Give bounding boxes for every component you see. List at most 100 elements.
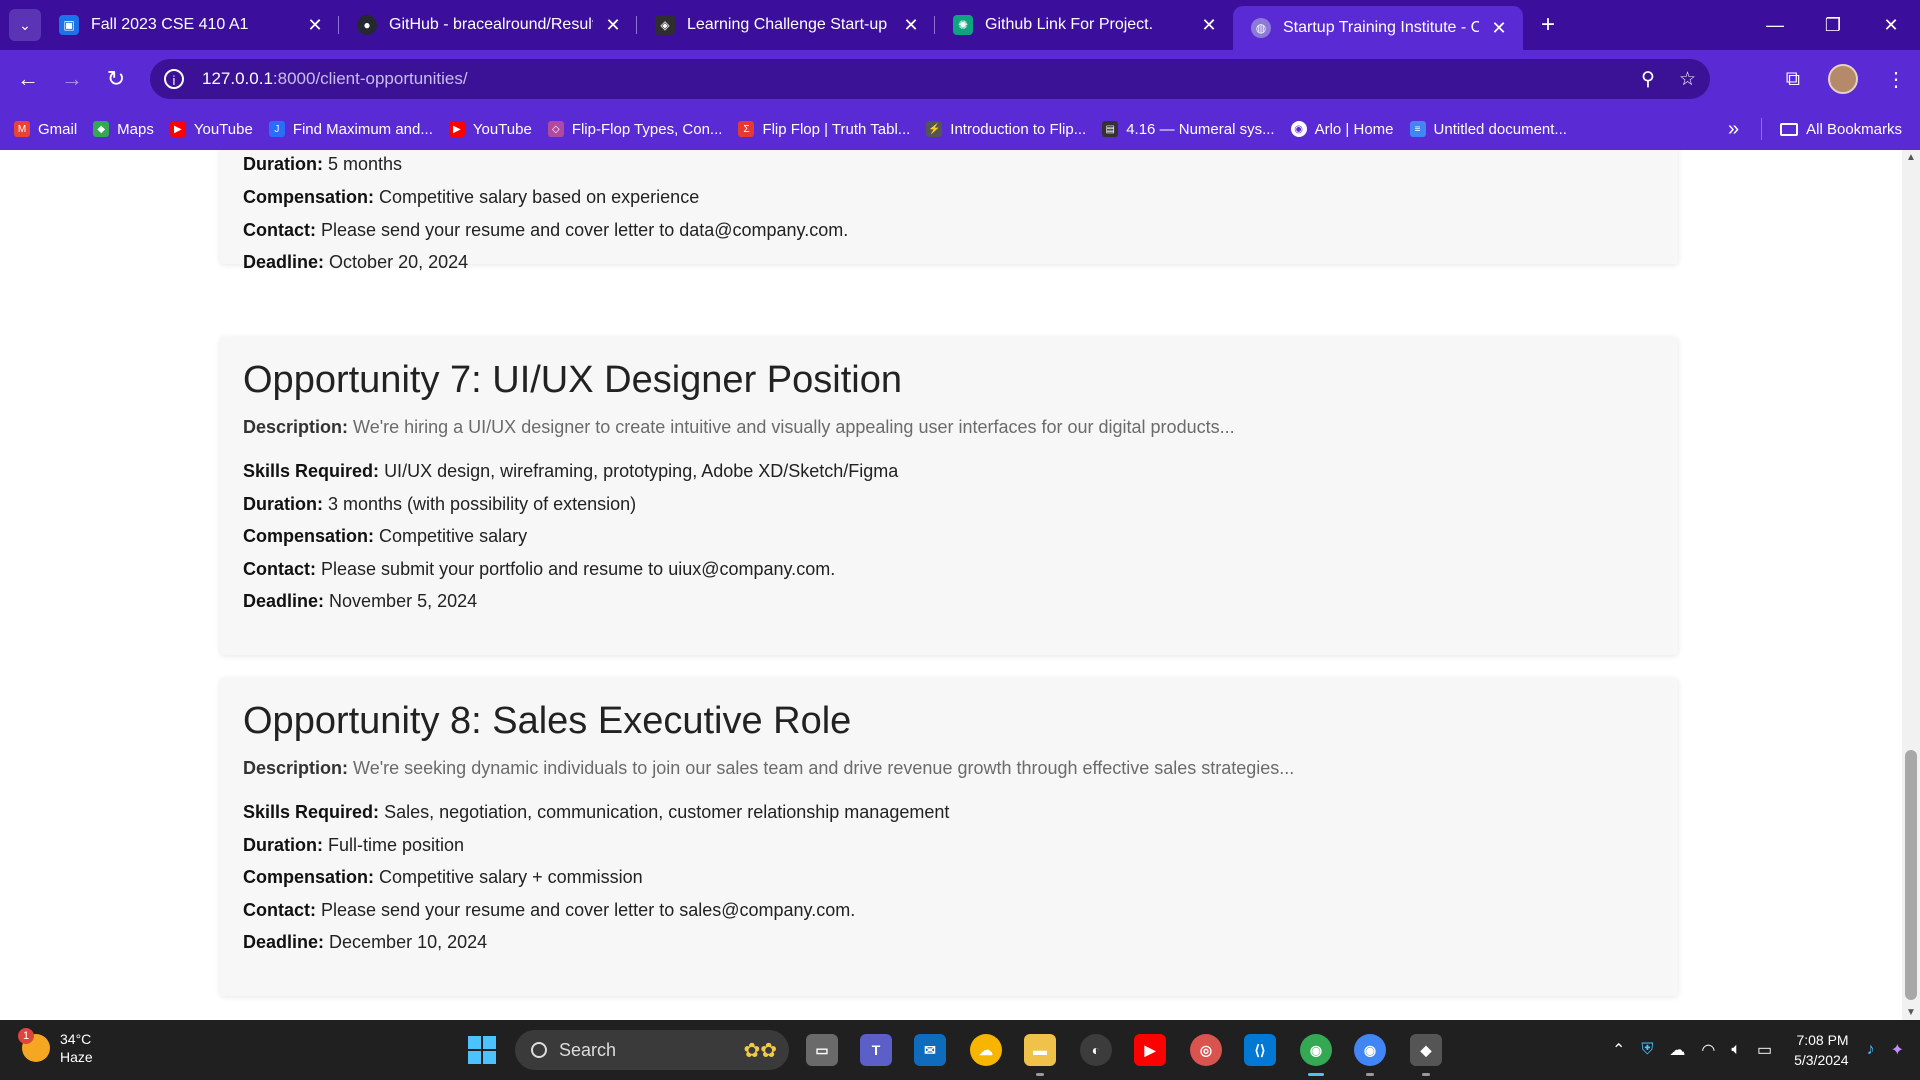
bookmark-flip-flop-types[interactable]: ◇ Flip-Flop Types, Con...	[547, 120, 723, 138]
chrome-icon[interactable]: ◉	[1300, 1034, 1332, 1076]
bookmark-arlo[interactable]: ◉ Arlo | Home	[1290, 120, 1394, 138]
compensation-line: Compensation: Competitive salary	[243, 526, 527, 547]
weather-sun-icon: 1	[18, 1028, 50, 1062]
windows-start-icon[interactable]	[468, 1036, 496, 1064]
close-icon[interactable]: ✕	[1199, 15, 1219, 36]
bookmark-label: Flip-Flop Types, Con...	[571, 120, 723, 138]
bookmark-intro-flip[interactable]: ⚡ Introduction to Flip...	[926, 121, 1086, 138]
scrollbar-thumb[interactable]	[1905, 750, 1917, 1000]
extensions-icon[interactable]: ⧉	[1786, 68, 1800, 91]
bookmark-label: Find Maximum and...	[292, 120, 433, 138]
clock-time: 7:08 PM	[1796, 1032, 1849, 1048]
tab-startup-training[interactable]: ◍ Startup Training Institute - Clien ✕	[1233, 6, 1523, 50]
scroll-down-icon[interactable]: ▼	[1902, 1007, 1920, 1018]
more-bookmarks-icon[interactable]: »	[1728, 118, 1739, 141]
weather-temp: 34°C	[60, 1031, 92, 1047]
youtube-app-icon[interactable]: ▶	[1134, 1034, 1166, 1066]
notification-badge: 1	[18, 1028, 34, 1044]
teams-icon[interactable]: T	[860, 1034, 892, 1066]
bookmark-star-icon[interactable]: ☆	[1679, 68, 1696, 91]
notification-bell-icon[interactable]: ♪	[1867, 1041, 1875, 1059]
duration-label: Duration:	[243, 835, 323, 855]
obs-icon[interactable]: ◐	[1080, 1034, 1112, 1066]
bookmark-maps[interactable]: ◆ Maps	[93, 121, 154, 138]
globe-icon: ◍	[1251, 18, 1271, 38]
game-app-icon[interactable]: ◎	[1190, 1034, 1222, 1066]
maps-icon: ◆	[93, 121, 110, 137]
clock[interactable]: 7:08 PM 5/3/2024	[1794, 1030, 1849, 1070]
chevron-up-icon[interactable]: ⌃	[1612, 1040, 1625, 1060]
new-tab-button[interactable]: +	[1541, 11, 1555, 39]
close-icon[interactable]: ✕	[603, 15, 623, 36]
bookmarks-right: » All Bookmarks	[1728, 108, 1902, 150]
site-info-icon[interactable]: i	[164, 69, 184, 89]
compensation-label: Compensation:	[243, 187, 375, 207]
profile-avatar[interactable]	[1828, 64, 1858, 94]
url-text[interactable]: 127.0.0.1:8000/client-opportunities/	[202, 69, 468, 89]
volume-icon[interactable]: 🔈︎	[1731, 1041, 1741, 1059]
menu-icon[interactable]: ⋮	[1886, 67, 1906, 92]
skills-line: Skills Required: Sales, negotiation, com…	[243, 802, 949, 823]
forward-icon[interactable]: →	[50, 66, 94, 92]
bookmark-untitled-doc[interactable]: ≡ Untitled document...	[1409, 121, 1567, 138]
tab-github-link[interactable]: ✺ Github Link For Project. ✕	[935, 0, 1233, 50]
duration-label: Duration:	[243, 154, 323, 174]
tab-github[interactable]: ● GitHub - bracealround/Result_F ✕	[339, 0, 637, 50]
back-icon[interactable]: ←	[6, 66, 50, 92]
weather-widget[interactable]: 1 34°C Haze	[18, 1028, 93, 1066]
copilot-icon[interactable]: ✦	[1891, 1040, 1904, 1060]
skills-label: Skills Required:	[243, 802, 380, 822]
file-explorer-icon[interactable]: ▬	[1024, 1034, 1056, 1076]
bookmark-label: Arlo | Home	[1314, 120, 1394, 138]
page-scrollbar[interactable]: ▲ ▼	[1902, 150, 1920, 1020]
all-bookmarks-button[interactable]: All Bookmarks	[1806, 121, 1902, 138]
minimize-icon[interactable]: —	[1746, 0, 1804, 50]
tab-classroom[interactable]: ▣ Fall 2023 CSE 410 A1 ✕	[41, 0, 339, 50]
taskbar-search[interactable]: Search ✿✿	[515, 1030, 789, 1070]
git-tool-icon[interactable]: ◆	[1410, 1034, 1442, 1076]
arlo-icon: ◉	[1290, 121, 1307, 137]
omnibox-actions: ⚲ ☆	[1641, 68, 1696, 91]
bookmark-youtube-2[interactable]: ▶ YouTube	[448, 121, 532, 138]
close-icon[interactable]: ✕	[901, 15, 921, 36]
vscode-icon[interactable]: ⟨⟩	[1244, 1034, 1276, 1066]
duration-label: Duration:	[243, 494, 323, 514]
close-icon[interactable]: ✕	[305, 15, 325, 36]
reload-icon[interactable]: ↻	[94, 66, 138, 92]
opportunity-title: Opportunity 7: UI/UX Designer Position	[243, 359, 902, 401]
mail-icon[interactable]: ✉	[914, 1034, 946, 1066]
opportunity-card: Opportunity 7: UI/UX Designer Position D…	[220, 337, 1678, 655]
onedrive-icon[interactable]: ☁	[1669, 1040, 1685, 1060]
contact-value: Please send your resume and cover letter…	[321, 900, 856, 920]
zoom-icon[interactable]: ⚲	[1641, 68, 1655, 91]
docs-icon: ≡	[1409, 121, 1426, 137]
address-bar[interactable]: i 127.0.0.1:8000/client-opportunities/ ⚲…	[150, 59, 1710, 99]
bookmark-youtube[interactable]: ▶ YouTube	[169, 121, 253, 138]
duration-line: Duration: Full-time position	[243, 835, 464, 856]
security-icon[interactable]: ⛨	[1641, 1041, 1653, 1059]
skills-value: Sales, negotiation, communication, custo…	[384, 802, 950, 822]
scroll-up-icon[interactable]: ▲	[1902, 152, 1920, 163]
folder-icon	[1780, 122, 1799, 136]
classroom-icon: ▣	[59, 15, 79, 35]
page-viewport: Duration: 5 months Compensation: Competi…	[0, 150, 1902, 1020]
wifi-icon[interactable]: ◠	[1701, 1040, 1715, 1060]
duration-value: 5 months	[328, 154, 403, 174]
bookmark-gmail[interactable]: M Gmail	[14, 121, 77, 138]
weather-app-icon[interactable]: ☁	[970, 1034, 1002, 1066]
opportunity-card: Opportunity 8: Sales Executive Role Desc…	[220, 678, 1678, 996]
chrome-profile-icon[interactable]: ◉	[1354, 1034, 1386, 1076]
task-view-icon[interactable]: ▭	[806, 1034, 838, 1066]
close-icon[interactable]: ✕	[1489, 18, 1509, 39]
deadline-label: Deadline:	[243, 591, 325, 611]
bookmark-find-maximum[interactable]: J Find Maximum and...	[268, 120, 433, 138]
tab-title: Fall 2023 CSE 410 A1	[91, 16, 249, 33]
close-window-icon[interactable]: ✕	[1862, 0, 1920, 50]
tab-search-button[interactable]: ⌄	[9, 9, 41, 41]
tab-learning-challenge[interactable]: ◈ Learning Challenge Start-up ✕	[637, 0, 935, 50]
battery-icon[interactable]: ▭	[1757, 1040, 1772, 1060]
bookmark-flip-flop-truth[interactable]: Σ Flip Flop | Truth Tabl...	[738, 121, 910, 138]
deadline-line: Deadline: December 10, 2024	[243, 932, 487, 953]
restore-icon[interactable]: ❐	[1804, 0, 1862, 50]
bookmark-numeral-systems[interactable]: ▤ 4.16 — Numeral sys...	[1102, 121, 1275, 138]
